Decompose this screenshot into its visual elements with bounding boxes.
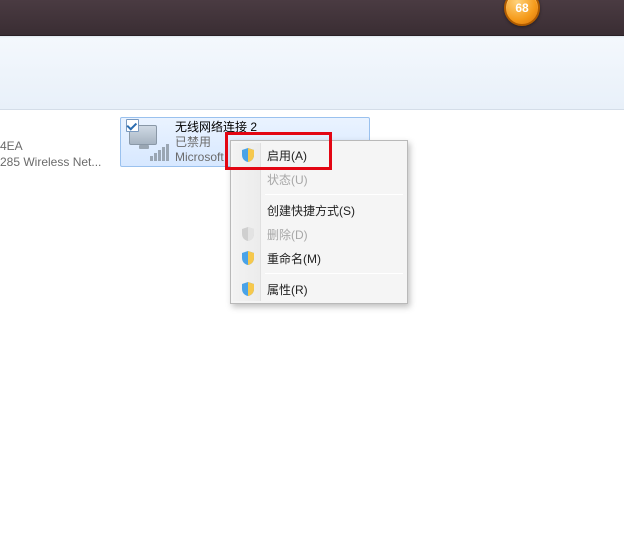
window-titlebar: 68: [0, 0, 624, 36]
menu-label: 删除(D): [267, 226, 308, 243]
shield-icon: [239, 280, 257, 298]
badge-count: 68: [515, 1, 528, 15]
shield-icon: [239, 249, 257, 267]
fragment-line2: 285 Wireless Net...: [0, 154, 101, 170]
menu-item-shortcut[interactable]: 创建快捷方式(S): [233, 198, 405, 222]
toolbar-region: [0, 36, 624, 110]
menu-label: 属性(R): [267, 281, 308, 298]
menu-item-rename[interactable]: 重命名(M): [233, 246, 405, 270]
menu-item-delete: 删除(D): [233, 222, 405, 246]
adapter-name: 无线网络连接 2: [175, 120, 257, 135]
menu-separator: [265, 194, 403, 195]
menu-label: 启用(A): [267, 147, 307, 164]
menu-item-enable[interactable]: 启用(A): [233, 143, 405, 167]
menu-item-properties[interactable]: 属性(R): [233, 277, 405, 301]
content-area: 4EA 285 Wireless Net... 无线网络连接 2 已禁用 Mic…: [0, 110, 624, 536]
menu-label: 状态(U): [267, 171, 308, 188]
truncated-adapter-info: 4EA 285 Wireless Net...: [0, 138, 101, 170]
fragment-line1: 4EA: [0, 138, 101, 154]
menu-label: 重命名(M): [267, 250, 321, 267]
notification-badge[interactable]: 68: [504, 0, 540, 26]
menu-label: 创建快捷方式(S): [267, 202, 355, 219]
context-menu: 启用(A) 状态(U) 创建快捷方式(S) 删除(D) 重命名(M): [230, 140, 408, 304]
shield-icon: [239, 225, 257, 243]
shield-icon: [239, 146, 257, 164]
menu-item-status: 状态(U): [233, 167, 405, 191]
adapter-checkbox[interactable]: [126, 119, 139, 132]
menu-separator: [265, 273, 403, 274]
